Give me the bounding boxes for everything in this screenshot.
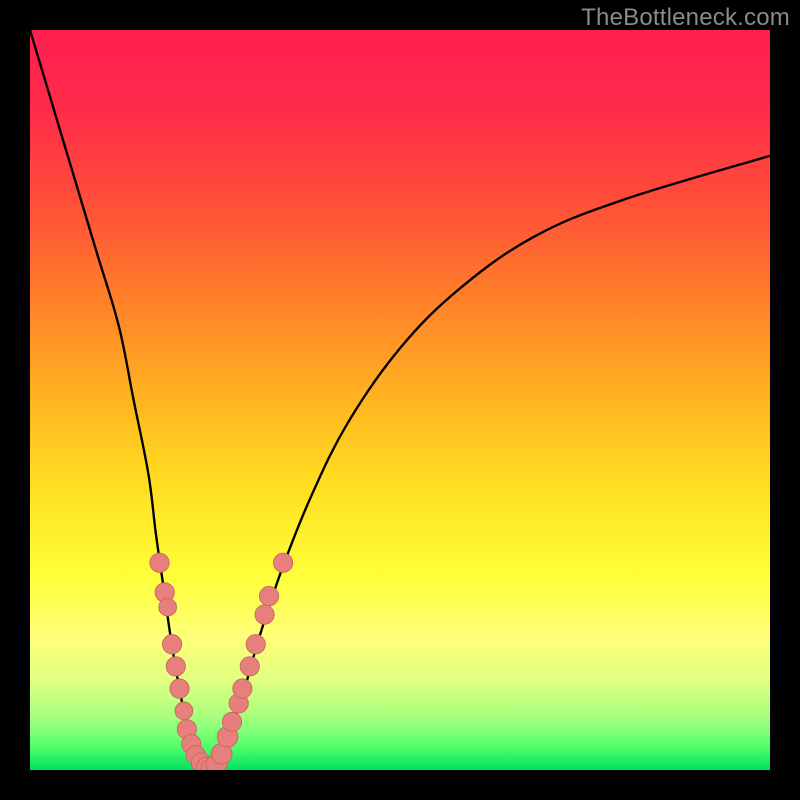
data-dot: [233, 679, 252, 698]
data-dot: [162, 635, 181, 654]
data-dot: [159, 598, 177, 616]
curve-layer: [30, 30, 770, 770]
data-dot: [273, 553, 292, 572]
right-curve: [208, 156, 770, 770]
plot-area: [30, 30, 770, 770]
data-dot: [170, 679, 189, 698]
data-dot: [240, 657, 259, 676]
data-dots: [150, 553, 293, 770]
data-dot: [222, 712, 241, 731]
data-dot: [175, 702, 193, 720]
watermark-text: TheBottleneck.com: [581, 4, 790, 32]
data-dot: [259, 586, 278, 605]
chart-frame: TheBottleneck.com: [0, 0, 800, 800]
data-dot: [255, 605, 274, 624]
data-dot: [246, 635, 265, 654]
data-dot: [166, 657, 185, 676]
data-dot: [150, 553, 169, 572]
